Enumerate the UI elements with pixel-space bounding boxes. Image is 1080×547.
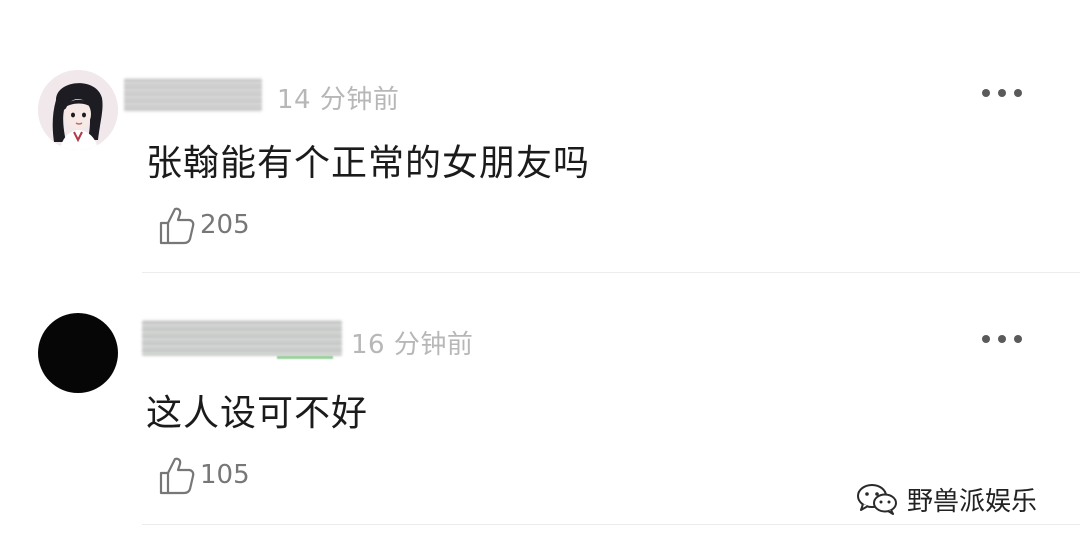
more-dots-icon[interactable] [982, 333, 1022, 345]
comment-time: 16 分钟前 [351, 330, 474, 360]
comment-text: 这人设可不好 [146, 393, 369, 434]
divider [142, 272, 1080, 273]
wechat-icon [857, 484, 897, 515]
divider [142, 524, 1080, 525]
avatar[interactable] [38, 313, 118, 393]
avatar-girl-illustration [38, 70, 118, 150]
like-button[interactable]: 105 [158, 453, 250, 497]
like-count: 205 [200, 210, 250, 240]
like-button[interactable]: 205 [158, 203, 250, 247]
more-dots-icon[interactable] [982, 87, 1022, 99]
watermark: 野兽派娱乐 [855, 482, 1038, 517]
comment-time: 14 分钟前 [277, 85, 400, 115]
watermark-label: 野兽派娱乐 [907, 486, 1038, 517]
comment-text: 张翰能有个正常的女朋友吗 [146, 143, 591, 184]
thumbs-up-icon [159, 457, 195, 495]
thumbs-up-icon [159, 207, 195, 245]
username-badge-underline [277, 356, 333, 359]
like-count: 105 [200, 460, 250, 490]
avatar[interactable] [38, 70, 118, 150]
username-redacted [124, 78, 262, 112]
username-redacted [142, 320, 342, 356]
